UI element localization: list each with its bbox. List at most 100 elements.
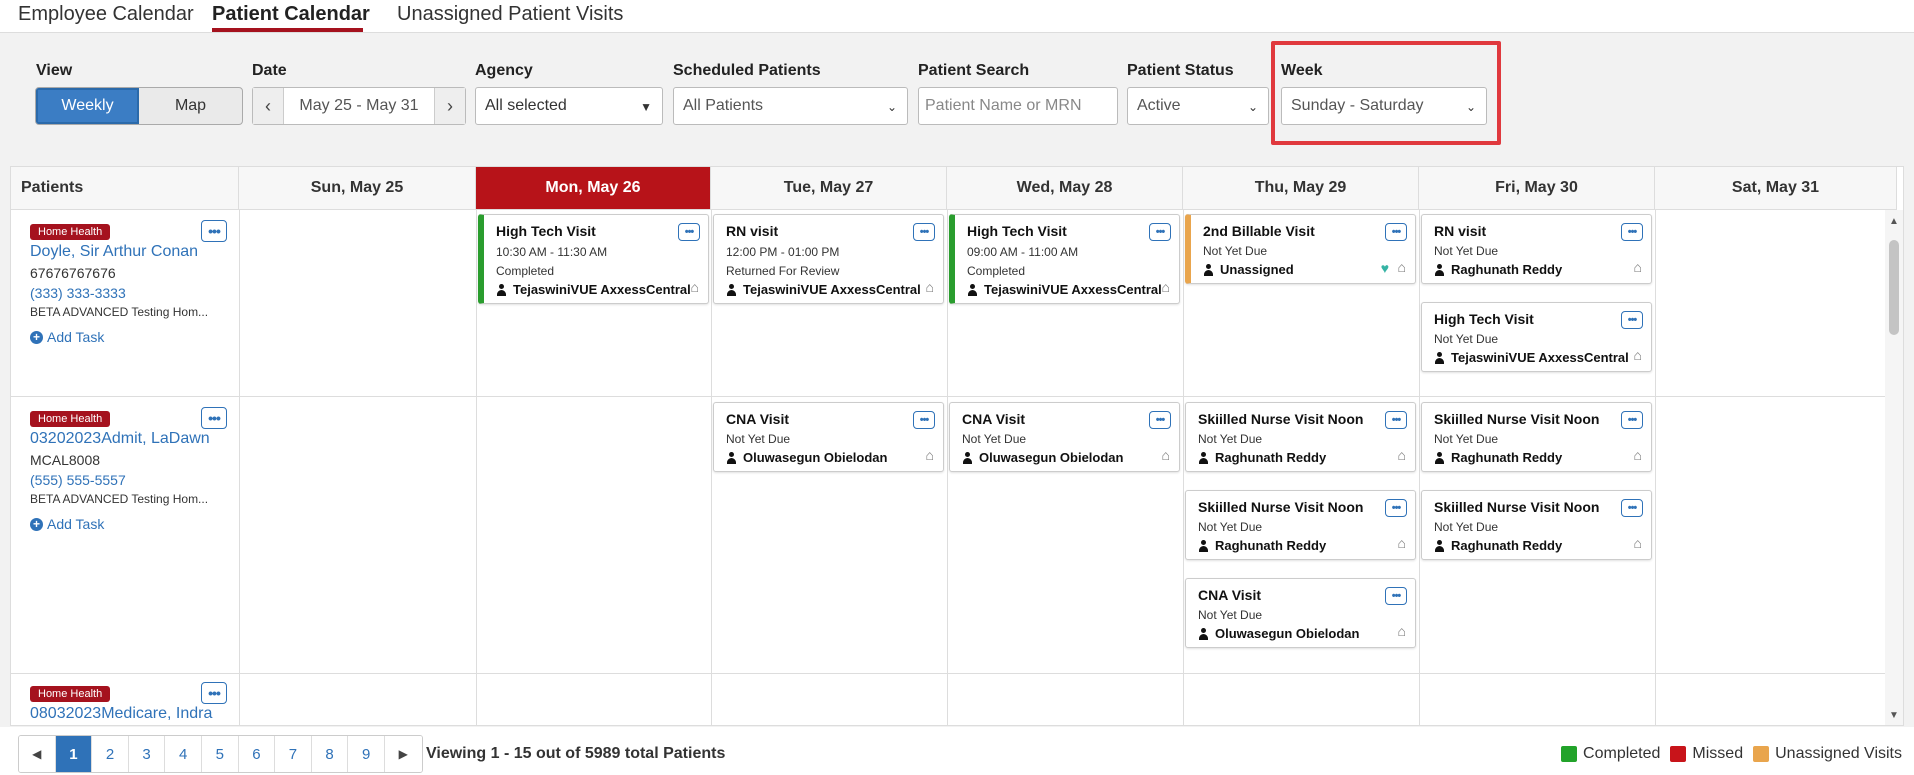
page-4-button[interactable]: 4 [165, 736, 202, 772]
page-6-button[interactable]: 6 [238, 736, 276, 772]
patient-more-options-button[interactable]: ••• [201, 682, 227, 704]
map-view-button[interactable]: Map [139, 88, 242, 124]
patient-status-value: Active [1137, 97, 1181, 114]
visit-card[interactable]: CNA Visit Not Yet Due Oluwasegun Obielod… [949, 402, 1180, 472]
grid-divider [711, 210, 712, 725]
patient-phone[interactable]: (555) 555-5557 [30, 472, 230, 488]
visit-card[interactable]: CNA Visit Not Yet Due Oluwasegun Obielod… [1185, 578, 1416, 648]
add-task-link[interactable]: + Add Task [30, 329, 230, 345]
visit-assignee: Raghunath Reddy [1434, 538, 1643, 553]
add-task-label: Add Task [47, 329, 105, 345]
agency-label: Agency [475, 62, 533, 79]
assignee-name: Raghunath Reddy [1215, 538, 1327, 553]
page-3-button[interactable]: 3 [128, 736, 166, 772]
visit-status: Not Yet Due [726, 432, 791, 446]
patient-name-link[interactable]: Doyle, Sir Arthur Conan [30, 243, 230, 261]
visit-card[interactable]: Skiilled Nurse Visit Noon Not Yet Due Ra… [1421, 402, 1652, 472]
date-label: Date [252, 62, 287, 79]
page-5-button[interactable]: 5 [201, 736, 239, 772]
add-task-link[interactable]: + Add Task [30, 516, 230, 532]
visit-card[interactable]: High Tech Visit 09:00 AM - 11:00 AM Comp… [949, 214, 1180, 304]
patient-search-input[interactable]: Patient Name or MRN [918, 87, 1118, 125]
visit-title: Skiilled Nurse Visit Noon [1198, 411, 1364, 427]
visit-assignee: Raghunath Reddy [1198, 538, 1407, 553]
assignee-name: Raghunath Reddy [1451, 450, 1563, 465]
home-icon: ⌂ [1397, 259, 1406, 275]
visit-card[interactable]: High Tech Visit 10:30 AM - 11:30 AM Comp… [478, 214, 709, 304]
patient-name-link[interactable]: 03202023Admit, LaDawn [30, 430, 230, 448]
visit-assignee: Oluwasegun Obielodan [962, 450, 1171, 465]
chevron-right-icon[interactable]: › [435, 88, 465, 124]
home-icon: ⌂ [1397, 623, 1406, 639]
tab-employee-calendar[interactable]: Employee Calendar [18, 3, 194, 26]
visit-more-options-button[interactable]: ••• [1621, 223, 1643, 241]
scheduled-patients-label: Scheduled Patients [673, 62, 821, 79]
visit-more-options-button[interactable]: ••• [1149, 223, 1171, 241]
patient-agency: BETA ADVANCED Testing Hom... [30, 305, 209, 319]
visit-more-options-button[interactable]: ••• [1621, 411, 1643, 429]
patient-row-info: Home Health 08032023Medicare, Indra [30, 684, 230, 723]
agency-select[interactable]: All selected ▼ [475, 87, 663, 125]
person-icon [1198, 451, 1209, 464]
visit-more-options-button[interactable]: ••• [913, 411, 935, 429]
scheduled-patients-select[interactable]: All Patients ⌄ [673, 87, 908, 125]
visit-card[interactable]: 2nd Billable Visit Not Yet Due Unassigne… [1185, 214, 1416, 284]
tab-unassigned-patient-visits[interactable]: Unassigned Patient Visits [397, 3, 623, 26]
chevron-left-icon[interactable]: ‹ [253, 88, 283, 124]
week-highlight-box [1271, 41, 1501, 145]
scroll-up-icon[interactable]: ▲ [1889, 216, 1899, 227]
visit-more-options-button[interactable]: ••• [1385, 223, 1407, 241]
visit-title: RN visit [726, 223, 779, 239]
page-2-button[interactable]: 2 [92, 736, 129, 772]
visit-status: Not Yet Due [1434, 244, 1499, 258]
patient-phone[interactable]: (333) 333-3333 [30, 285, 230, 301]
legend-label: Missed [1692, 745, 1744, 762]
visit-card[interactable]: Skiilled Nurse Visit Noon Not Yet Due Ra… [1185, 490, 1416, 560]
visit-more-options-button[interactable]: ••• [1621, 311, 1643, 329]
visit-more-options-button[interactable]: ••• [1621, 499, 1643, 517]
visit-title: CNA Visit [962, 411, 1026, 427]
page-8-button[interactable]: 8 [311, 736, 349, 772]
visit-card[interactable]: CNA Visit Not Yet Due Oluwasegun Obielod… [713, 402, 944, 472]
person-icon [1203, 263, 1214, 276]
weekly-view-button[interactable]: Weekly [36, 88, 139, 124]
page-9-button[interactable]: 9 [348, 736, 385, 772]
patient-name-link[interactable]: 08032023Medicare, Indra [30, 705, 230, 723]
visit-card[interactable]: Skiilled Nurse Visit Noon Not Yet Due Ra… [1185, 402, 1416, 472]
visit-more-options-button[interactable]: ••• [1149, 411, 1171, 429]
home-health-badge: Home Health [30, 686, 111, 702]
grid-divider [239, 210, 240, 725]
visit-card[interactable]: RN visit 12:00 PM - 01:00 PM Returned Fo… [713, 214, 944, 304]
visit-card[interactable]: High Tech Visit Not Yet Due TejaswiniVUE… [1421, 302, 1652, 372]
patient-status-select[interactable]: Active ⌄ [1127, 87, 1269, 125]
assignee-name: TejaswiniVUE AxxessCentral [1451, 350, 1629, 365]
page-1-button[interactable]: 1 [55, 736, 93, 772]
patient-more-options-button[interactable]: ••• [201, 407, 227, 429]
date-range-value[interactable]: May 25 - May 31 [283, 88, 435, 124]
visit-more-options-button[interactable]: ••• [1385, 411, 1407, 429]
visit-more-options-button[interactable]: ••• [1385, 499, 1407, 517]
visit-title: CNA Visit [1198, 587, 1262, 603]
home-icon: ⌂ [1633, 447, 1642, 463]
patient-more-options-button[interactable]: ••• [201, 220, 227, 242]
legend-label: Unassigned Visits [1775, 745, 1902, 762]
next-page-icon[interactable]: ▶ [384, 736, 422, 772]
visit-more-options-button[interactable]: ••• [913, 223, 935, 241]
grid-scrollbar[interactable]: ▲ ▼ [1885, 210, 1903, 725]
visit-more-options-button[interactable]: ••• [678, 223, 700, 241]
home-icon: ⌂ [925, 279, 934, 295]
scroll-down-icon[interactable]: ▼ [1889, 710, 1899, 721]
person-icon [1198, 627, 1209, 640]
grid-divider [476, 210, 477, 725]
visit-status: Not Yet Due [1198, 608, 1263, 622]
legend-swatch [1561, 746, 1578, 762]
visit-card[interactable]: RN visit Not Yet Due Raghunath Reddy •••… [1421, 214, 1652, 284]
visit-title: CNA Visit [726, 411, 790, 427]
prev-page-icon[interactable]: ◀ [19, 736, 56, 772]
scrollbar-thumb[interactable] [1889, 240, 1899, 335]
page-7-button[interactable]: 7 [275, 736, 312, 772]
visit-card[interactable]: Skiilled Nurse Visit Noon Not Yet Due Ra… [1421, 490, 1652, 560]
person-icon [1434, 263, 1445, 276]
tab-patient-calendar[interactable]: Patient Calendar [212, 3, 370, 26]
visit-more-options-button[interactable]: ••• [1385, 587, 1407, 605]
